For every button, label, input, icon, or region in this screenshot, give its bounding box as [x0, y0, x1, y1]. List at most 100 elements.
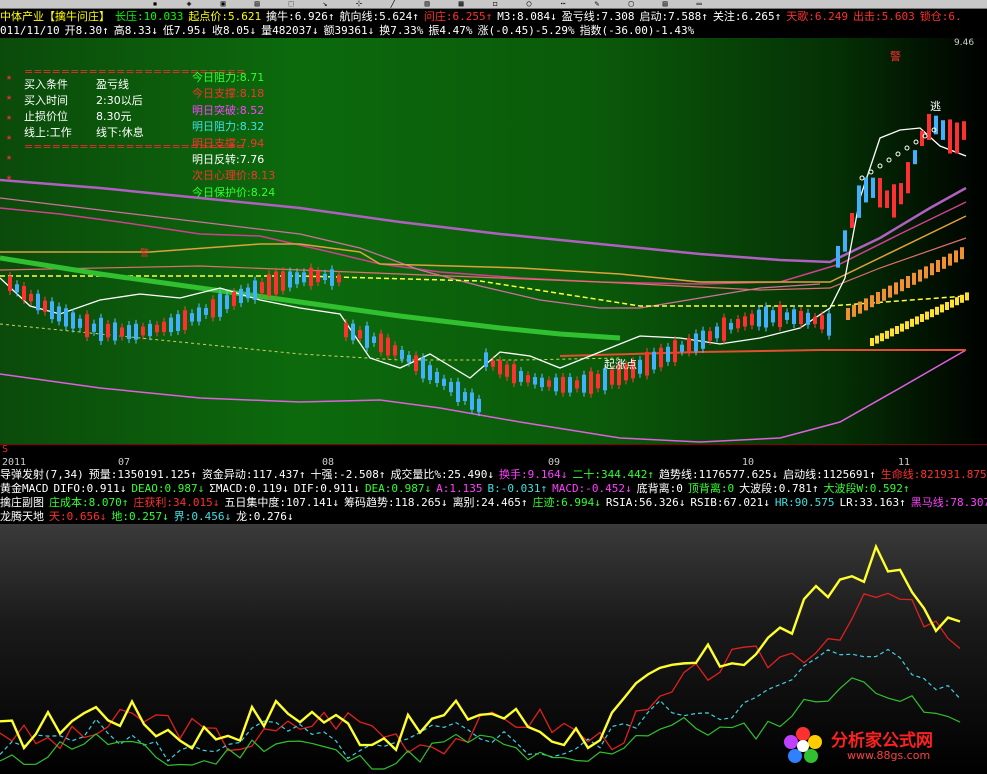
toolbar-button[interactable]: ↘ [320, 0, 330, 8]
candle-body [407, 355, 411, 363]
candle-body [22, 286, 26, 300]
toolbar-button[interactable]: ◻ [490, 0, 500, 8]
toolbar-button[interactable]: ╱ [388, 0, 398, 8]
indicator-value: DEA:0.987↓ [364, 482, 432, 495]
indicator-value: DIF:0.911↓ [293, 482, 360, 495]
indicator-line-macd: 黄金MACD DIFO:0.911↓ DEAO:0.987↓ ΣMACD:0.119↓… [0, 482, 987, 496]
toolbar-button[interactable]: ⋯ [558, 0, 568, 8]
toolbar-button[interactable]: ◯ [524, 0, 534, 8]
ohlc-field: 低7.95↓ [162, 24, 207, 37]
axis-date-label: 08 [322, 457, 335, 468]
candle-body [414, 355, 418, 372]
buy-info-value: 2:30以后 [96, 94, 143, 107]
candle-body [470, 392, 474, 410]
toolbar-button[interactable]: ◈ [184, 0, 194, 8]
toolbar-button[interactable]: ⊹ [354, 0, 364, 8]
candle-body [372, 336, 376, 343]
indicator-value: 庄迹:6.994↓ [532, 496, 601, 509]
candle-body [899, 183, 903, 205]
ladder-block [912, 272, 916, 285]
price-level: 今日阻力:8.71 [192, 71, 265, 84]
candle-body [561, 376, 565, 393]
candle-body [512, 364, 516, 384]
toolbar-button[interactable]: ▤ [252, 0, 262, 8]
axis-date-label: 09 [548, 457, 561, 468]
toolbar-button[interactable]: ▣ [218, 0, 228, 8]
star-icon: ★ [6, 132, 13, 143]
candle-body [589, 371, 593, 394]
candle-body [449, 382, 453, 393]
candle-body [666, 346, 670, 362]
toolbar-button[interactable]: ▭ [694, 0, 704, 8]
candle-body [281, 271, 285, 291]
candle-body [484, 352, 488, 367]
candle-body [701, 330, 705, 349]
toolbar-button[interactable]: ▦ [456, 0, 466, 8]
candle-body [799, 310, 803, 325]
main-kline-chart[interactable]: ★ ★ ★ ★ ★ ★ ======================== 买入条件 盈亏线买… [0, 38, 987, 444]
ohlc-field: 开8.30↑ [64, 24, 109, 37]
ohlc-field: 换7.33% [379, 24, 424, 37]
candle-body [106, 323, 110, 338]
candle-body [694, 333, 698, 352]
candle-body [638, 359, 642, 374]
toolbar-button[interactable]: ⬚ [286, 0, 296, 8]
candle-body [344, 322, 348, 338]
candle-body [843, 230, 847, 252]
quote-header-line1: 中体产业【擒牛问庄】 长压:10.033 起点价:5.621 擒牛:6.926↑ 航向线… [0, 10, 987, 24]
indicator-value: RSIA:56.326↓ [605, 496, 686, 509]
sub-indicator-chart[interactable]: 分析家公式网 www.88gs.com [0, 524, 987, 774]
candle-body [386, 337, 390, 356]
ladder-block [846, 308, 850, 320]
candle-body [743, 316, 747, 327]
candle-body [715, 326, 719, 339]
signal-dot [886, 157, 892, 163]
indicator-value: 庄成本:8.070↑ [49, 496, 129, 509]
header-field: 航向线:5.624↑ [339, 10, 419, 23]
ladder-block [936, 260, 940, 272]
indicator-value: B:-0.031↑ [487, 482, 548, 495]
candle-body [962, 121, 966, 140]
candle-body [141, 326, 145, 336]
candle-body [113, 322, 117, 341]
buy-info-value: 线下:休息 [96, 126, 144, 139]
ladder-block [882, 288, 886, 301]
ladder-block [858, 301, 862, 314]
indicator-value: 底背离:0 [636, 482, 683, 495]
buy-info-key: 买入条件 [24, 78, 68, 91]
toolbar-button[interactable]: ▥ [422, 0, 432, 8]
toolbar-button[interactable]: ▪ [150, 0, 160, 8]
toolbar-button[interactable]: ✎ [592, 0, 602, 8]
ladder-block [954, 250, 958, 263]
candle-body [267, 274, 271, 296]
signal-dot [859, 175, 865, 181]
candle-body [71, 312, 75, 329]
ladder-block [880, 333, 884, 342]
candle-body [778, 304, 782, 328]
candle-body [722, 317, 726, 341]
header-field: 盈亏线:7.308 [561, 10, 635, 23]
candle-body [892, 184, 896, 218]
header-field: 启动:7.588↑ [639, 10, 708, 23]
ladder-block [918, 269, 922, 282]
indicator-value: 庄获利:34.015↓ [133, 496, 220, 509]
toolbar-button[interactable]: ▤ [660, 0, 670, 8]
header-field: 擒牛:6.926↑ [266, 10, 335, 23]
candle-body [50, 301, 54, 320]
ohlc-field: 011/11/10 [0, 24, 60, 37]
candle-body [750, 313, 754, 326]
logo-text: 分析家公式网 [831, 731, 933, 751]
ladder-block [890, 328, 894, 337]
indicator-value: 大波段W:0.592↑ [823, 482, 910, 495]
candle-body [477, 398, 481, 413]
indicator-line-missile: 导弹发射(7,34) 预量:1350191.125↑ 资金异动:117.437↑ 十强… [0, 468, 987, 482]
candle-body [358, 330, 362, 339]
toolbar-button[interactable]: ▢ [626, 0, 636, 8]
header-field: 问庄:6.255↑ [423, 10, 493, 23]
ladder-block [955, 297, 959, 306]
candle-body [878, 177, 882, 208]
header-field: 关注:6.265↑ [712, 10, 782, 23]
candle-body [582, 374, 586, 393]
candle-body [295, 272, 299, 285]
candle-body [659, 347, 663, 368]
